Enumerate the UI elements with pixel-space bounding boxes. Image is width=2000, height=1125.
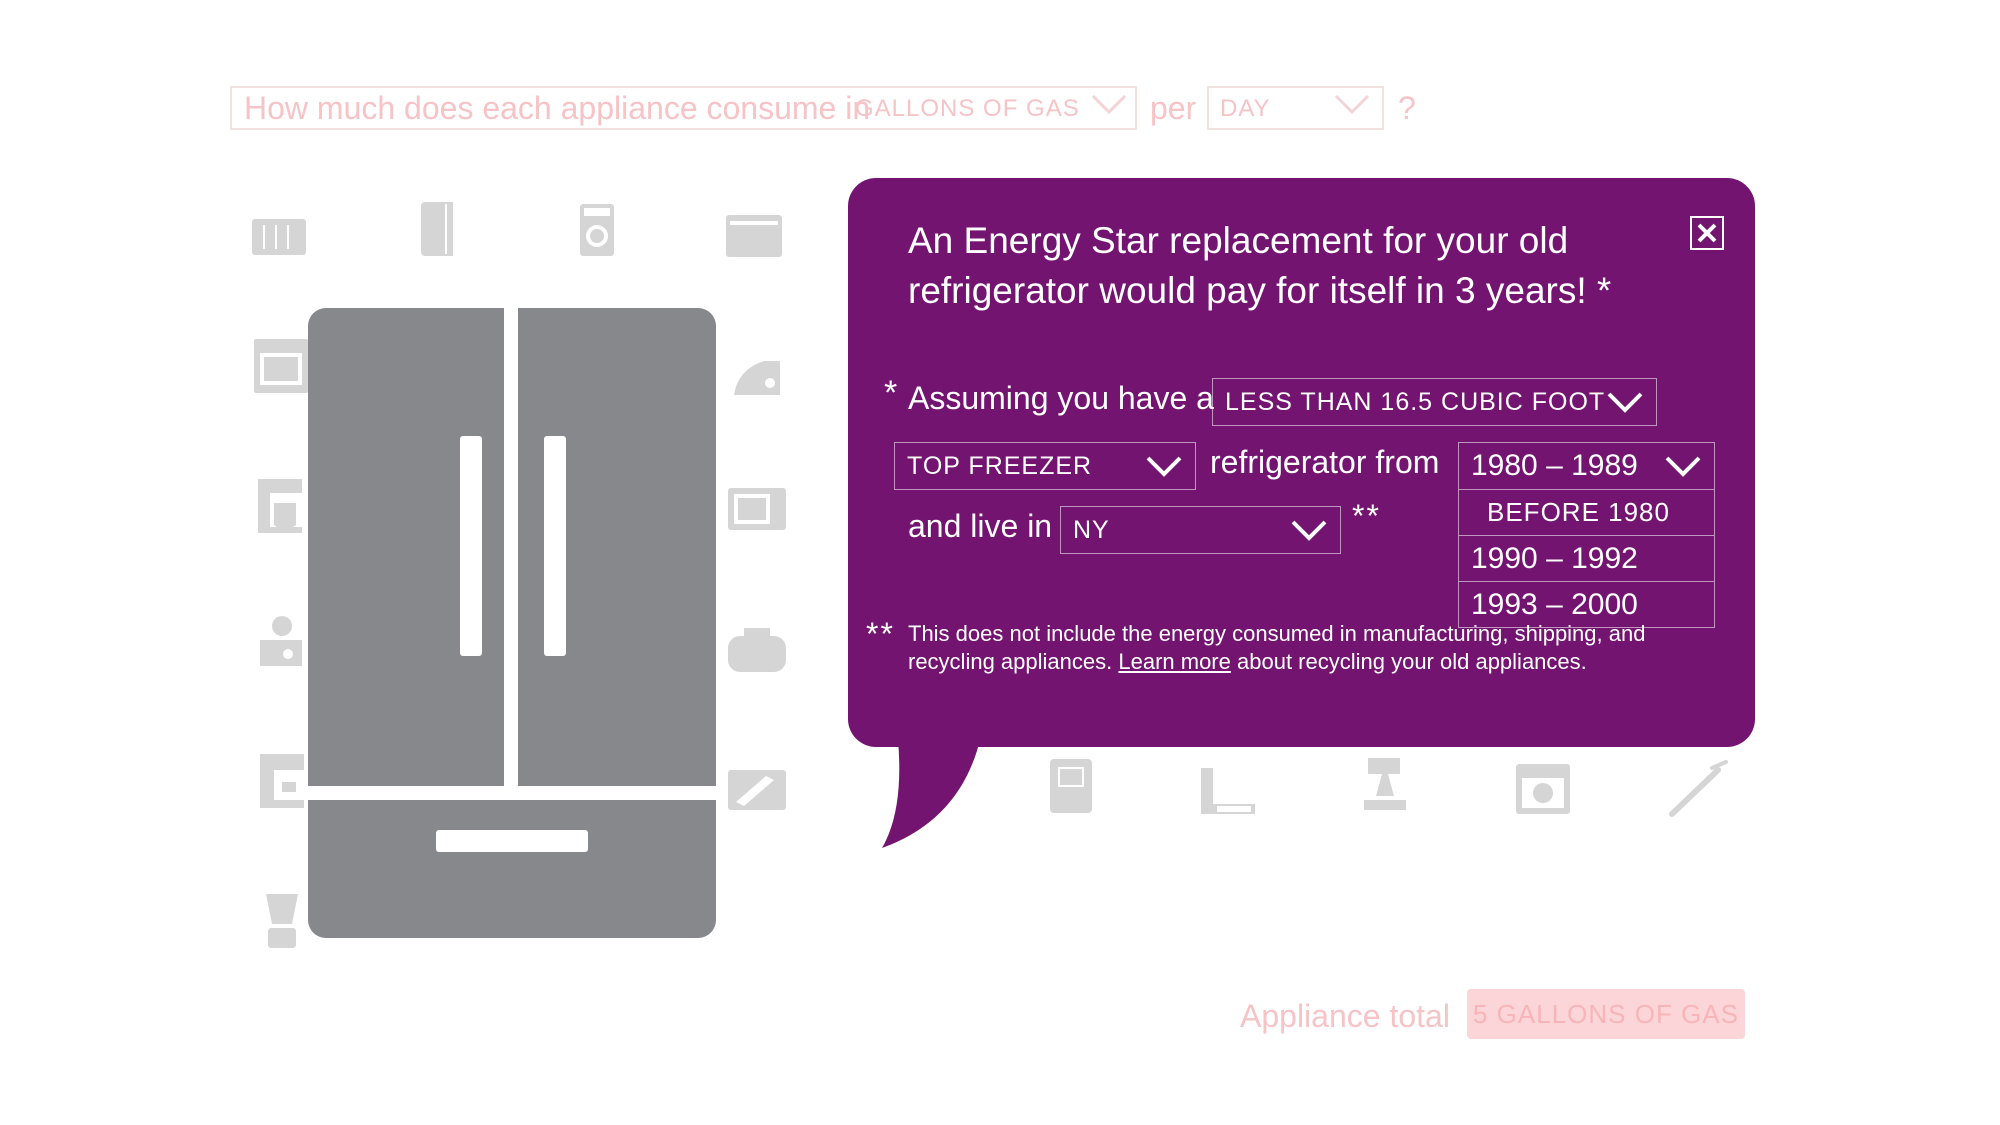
popup-headline: An Energy Star replacement for your old … (908, 220, 1612, 311)
close-button[interactable] (1690, 216, 1724, 250)
question-text: How much does each appliance consume in (244, 90, 871, 126)
footnote-stars: ** (866, 616, 895, 652)
state-select-value: NY (1073, 515, 1110, 544)
assuming-label: Assuming you have a (908, 380, 1214, 416)
energy-unit-value: GALLONS OF GAS (855, 95, 1080, 122)
style-select-value: TOP FREEZER (907, 451, 1093, 480)
footnote-part2: about recycling your old appliances. (1237, 649, 1587, 674)
assumption-star: * (884, 374, 898, 412)
energy-star-popup: An Energy Star replacement for your old … (848, 178, 1755, 747)
year-option[interactable]: 1990 – 1992 (1459, 535, 1714, 581)
bubble-tail (882, 740, 980, 848)
oven-icon[interactable] (250, 335, 312, 397)
chevron-up-down-icon (1665, 456, 1701, 477)
coffee-maker-icon[interactable] (250, 475, 312, 537)
iron-icon[interactable] (728, 345, 790, 407)
blender-icon[interactable] (252, 890, 314, 952)
year-option[interactable]: BEFORE 1980 (1459, 489, 1714, 535)
water-heater-icon[interactable] (1197, 760, 1259, 822)
from-label: refrigerator from (1210, 444, 1440, 480)
chevron-down-icon (1091, 94, 1127, 115)
per-label: per (1150, 90, 1197, 126)
appliance-total-label: Appliance total (1240, 998, 1450, 1034)
chevron-down-icon (1291, 520, 1327, 541)
style-select[interactable]: TOP FREEZER (894, 442, 1196, 490)
size-select[interactable]: LESS THAN 16.5 CUBIC FOOT (1212, 378, 1657, 426)
dishwasher-icon[interactable] (1512, 758, 1574, 820)
refrigerator-icon (308, 308, 716, 938)
year-select[interactable]: 1980 – 1989 (1459, 443, 1714, 489)
chevron-down-icon (1146, 456, 1182, 477)
learn-more-link[interactable]: Learn more (1118, 649, 1231, 674)
close-icon (1697, 223, 1717, 243)
espresso-machine-icon[interactable] (252, 750, 314, 812)
year-select-value: 1980 – 1989 (1471, 449, 1638, 482)
size-select-value: LESS THAN 16.5 CUBIC FOOT (1225, 387, 1606, 416)
space-heater-icon[interactable] (407, 198, 469, 260)
slow-cooker-icon[interactable] (252, 612, 314, 674)
question-mark: ? (1398, 90, 1416, 126)
year-select-dropdown: 1980 – 1989 BEFORE 1980 1990 – 1992 1993… (1458, 442, 1715, 628)
live-label: and live in (908, 508, 1053, 544)
chest-freezer-icon[interactable] (722, 205, 784, 267)
chevron-down-icon (1334, 94, 1370, 115)
microwave-icon[interactable] (726, 478, 788, 540)
chevron-down-icon (1607, 392, 1643, 413)
curling-iron-icon[interactable] (1668, 758, 1730, 820)
double-star: ** (1352, 498, 1381, 534)
toaster-icon[interactable] (726, 618, 788, 680)
toaster-oven-icon[interactable] (726, 756, 788, 818)
appliance-total-value[interactable]: 5 GALLONS OF GAS (1467, 989, 1745, 1039)
washer-icon[interactable] (566, 198, 628, 260)
state-select[interactable]: NY (1060, 506, 1341, 554)
footnote-text: This does not include the energy consume… (908, 620, 1688, 676)
dehumidifier-icon[interactable] (1040, 755, 1102, 817)
window-ac-icon[interactable] (248, 205, 310, 267)
stand-mixer-icon[interactable] (1354, 752, 1416, 814)
period-value: DAY (1220, 95, 1271, 122)
